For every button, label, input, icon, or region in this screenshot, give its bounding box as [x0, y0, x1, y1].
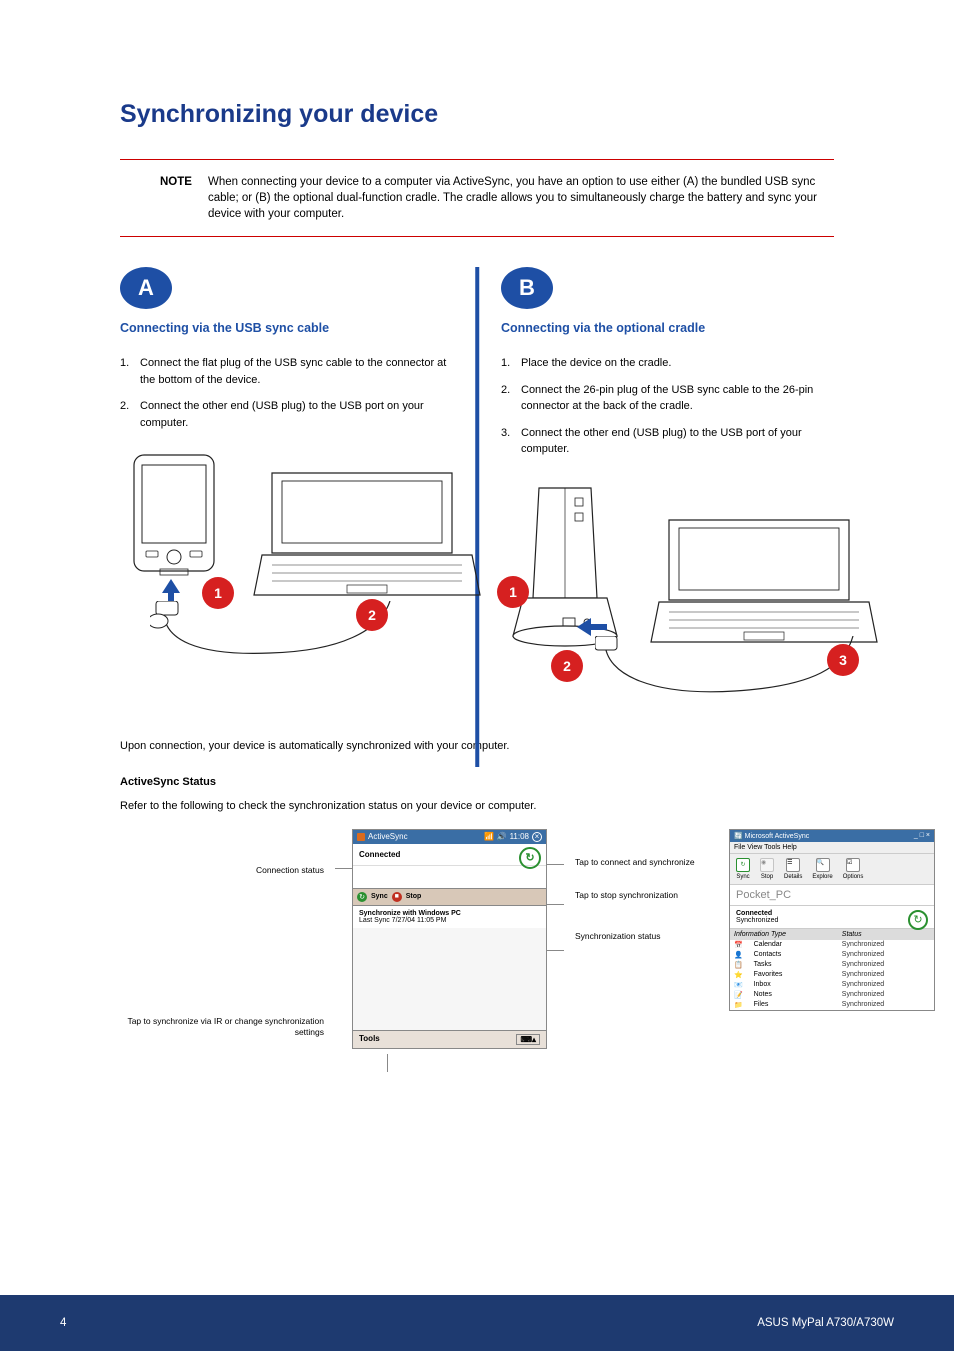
callout-left-1: Connection status	[256, 865, 324, 876]
win-col1: Information Type	[734, 931, 842, 938]
sync-status-icon: ↻	[519, 847, 541, 869]
step-a1: Connect the flat plug of the USB sync ca…	[140, 357, 446, 386]
tb-sync: Sync	[736, 874, 749, 880]
explore-icon[interactable]: 🔍	[816, 858, 830, 872]
step-num-a1: 1.	[120, 355, 129, 372]
win-title: Microsoft ActiveSync	[745, 833, 810, 840]
callout-right-1: Tap to connect and synchronize	[575, 857, 701, 868]
callout-right-3: Synchronization status	[575, 931, 701, 942]
list-item: 📁FilesSynchronized	[730, 1000, 934, 1010]
step-num-b1: 1.	[501, 355, 510, 372]
pda-sync-line2: Last Sync 7/27/04 11:05 PM	[359, 917, 540, 924]
win-synced: Synchronized	[736, 917, 928, 924]
callout-line	[546, 904, 564, 905]
start-icon	[357, 833, 365, 841]
note-text: When connecting your device to a compute…	[208, 176, 817, 220]
cable-icon	[595, 636, 865, 706]
page-number: 4	[60, 1317, 66, 1329]
list-item: 📋TasksSynchronized	[730, 960, 934, 970]
win-menu[interactable]: File View Tools Help	[730, 842, 934, 854]
win-list: 📅CalendarSynchronized👤ContactsSynchroniz…	[730, 940, 934, 1010]
step-num-b2: 2.	[501, 382, 510, 399]
callout-line	[546, 950, 564, 951]
pda-tools-btn[interactable]: Tools	[359, 1034, 380, 1043]
pda-time: 11:08	[510, 832, 529, 841]
pda-stop-btn[interactable]: Stop	[406, 893, 422, 900]
pda-connected: Connected	[359, 850, 400, 859]
tb-explore: Explore	[812, 874, 832, 880]
callout-right-2: Tap to stop synchronization	[575, 890, 701, 901]
page-title: Synchronizing your device	[120, 100, 894, 129]
callout-line	[335, 868, 353, 869]
step-num-b3: 3.	[501, 425, 510, 442]
diagram-b: 1 2 3	[501, 468, 834, 728]
win-connected: Connected	[736, 910, 928, 917]
step-b2: Connect the 26-pin plug of the USB sync …	[521, 384, 813, 413]
divider-bottom	[120, 236, 834, 237]
list-item: 📅CalendarSynchronized	[730, 940, 934, 950]
list-item: 📝NotesSynchronized	[730, 990, 934, 1000]
pda-title: ActiveSync	[368, 832, 408, 841]
signal-icon: 📶 🔊	[484, 832, 506, 841]
marker-b3: 3	[827, 644, 859, 676]
pda-sync-line1: Synchronize with Windows PC	[359, 910, 540, 917]
option-b-title: Connecting via the optional cradle	[501, 321, 834, 335]
sync-status-icon: ↻	[908, 910, 928, 930]
stop-icon: ■	[392, 892, 402, 902]
callout-line	[387, 1054, 388, 1072]
marker-b1: 1	[497, 576, 529, 608]
step-b3: Connect the other end (USB plug) to the …	[521, 427, 802, 456]
footer-title: ASUS MyPal A730/A730W	[757, 1317, 894, 1329]
list-item: 👤ContactsSynchronized	[730, 950, 934, 960]
details-icon[interactable]: ☰	[786, 858, 800, 872]
step-a2: Connect the other end (USB plug) to the …	[140, 400, 424, 429]
marker-b2: 2	[551, 650, 583, 682]
tb-options: Options	[843, 874, 864, 880]
badge-a: A	[120, 267, 172, 309]
tb-stop: Stop	[761, 874, 773, 880]
keyboard-icon[interactable]: ⌨︎▴	[516, 1034, 540, 1045]
note-label: NOTE	[160, 174, 192, 190]
stop-icon[interactable]: ◉	[760, 858, 774, 872]
laptop-icon	[252, 463, 482, 613]
win-device: Pocket_PC	[730, 885, 934, 906]
list-item: ⭐FavoritesSynchronized	[730, 970, 934, 980]
sync-icon: ↻	[357, 892, 367, 902]
step-b1: Place the device on the cradle.	[521, 357, 671, 369]
pda-sync-btn[interactable]: Sync	[371, 893, 388, 900]
body-p2: Refer to the following to check the sync…	[120, 798, 834, 815]
tb-details: Details	[784, 874, 802, 880]
sync-icon[interactable]: ↻	[736, 858, 750, 872]
diagram-a: 1 2	[120, 441, 453, 711]
activesync-heading: ActiveSync Status	[120, 776, 834, 788]
option-a-title: Connecting via the USB sync cable	[120, 321, 453, 335]
window-controls[interactable]: _ □ ×	[914, 832, 930, 840]
page-footer: 4 ASUS MyPal A730/A730W	[0, 1295, 954, 1351]
arrow-icon	[577, 616, 607, 638]
step-num-a2: 2.	[120, 398, 129, 415]
win-col2: Status	[842, 931, 862, 938]
callout-line	[546, 864, 564, 865]
windows-screenshot: 🔄 Microsoft ActiveSync _ □ × File View T…	[729, 829, 935, 1011]
close-icon: ×	[532, 832, 542, 842]
badge-b: B	[501, 267, 553, 309]
options-icon[interactable]: ☑	[846, 858, 860, 872]
callout-left-2: Tap to synchronize via IR or change sync…	[120, 1016, 324, 1038]
pda-icon	[130, 451, 218, 581]
pda-screenshot: ActiveSync 📶 🔊 11:08 × Connected ↻ ↻ Syn…	[352, 829, 547, 1049]
list-item: 📧InboxSynchronized	[730, 980, 934, 990]
